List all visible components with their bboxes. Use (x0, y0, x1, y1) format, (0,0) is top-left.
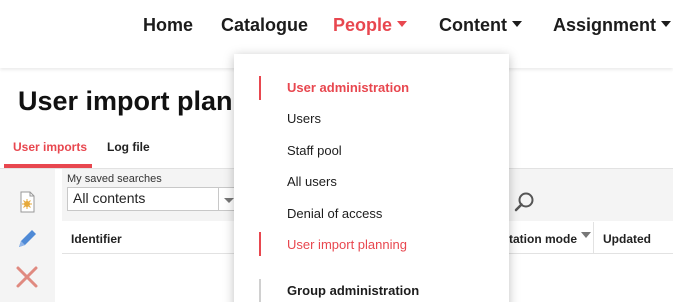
column-header-mode[interactable]: tation mode (509, 232, 577, 246)
nav-content-label: Content (439, 15, 507, 35)
toolbar-column (0, 169, 55, 302)
search-button[interactable] (512, 189, 538, 215)
nav-home-label: Home (143, 15, 194, 35)
menu-section-user-administration[interactable]: User administration (287, 80, 409, 95)
menu-item-user-import-planning[interactable]: User import planning (287, 237, 407, 252)
active-item-marker (259, 232, 261, 256)
column-menu-icon[interactable] (581, 232, 591, 238)
menu-section-group-administration[interactable]: Group administration (287, 283, 419, 298)
menu-item-users[interactable]: Users (287, 111, 321, 126)
section-marker (259, 279, 261, 302)
magnifier-icon (514, 192, 534, 212)
tab-user-imports[interactable]: User imports (13, 140, 87, 154)
saved-searches-label: My saved searches (67, 173, 162, 185)
column-divider (593, 222, 594, 254)
column-header-updated[interactable]: Updated (603, 232, 651, 246)
nav-catalogue[interactable]: Catalogue (221, 15, 308, 39)
chevron-down-icon (661, 21, 672, 28)
nav-assignment-label: Assignment (553, 15, 657, 35)
pencil-icon (19, 230, 36, 247)
page-title: User import plann (18, 86, 250, 116)
nav-people[interactable]: People (333, 15, 408, 39)
delete-button[interactable] (14, 264, 40, 290)
nav-catalogue-label: Catalogue (221, 15, 309, 35)
chevron-down-icon (511, 21, 522, 28)
nav-content[interactable]: Content (439, 15, 522, 39)
x-icon (16, 266, 38, 288)
column-header-identifier[interactable]: Identifier (71, 232, 122, 246)
menu-item-all-users[interactable]: All users (287, 174, 337, 189)
menu-item-denial-of-access[interactable]: Denial of access (287, 206, 382, 221)
tab-log-file[interactable]: Log file (107, 140, 150, 154)
section-marker (259, 76, 261, 100)
nav-assignment[interactable]: Assignment (553, 15, 672, 39)
edit-button[interactable] (14, 226, 40, 252)
add-button[interactable] (14, 189, 40, 215)
chevron-down-icon (224, 198, 234, 203)
people-dropdown-menu: User administration Users Staff pool All… (234, 54, 509, 302)
chevron-down-icon (397, 21, 408, 28)
new-document-icon (20, 191, 35, 213)
nav-people-label: People (333, 15, 393, 35)
nav-home[interactable]: Home (143, 15, 193, 39)
saved-searches-select[interactable]: All contents (67, 187, 219, 211)
menu-item-staff-pool[interactable]: Staff pool (287, 143, 342, 158)
